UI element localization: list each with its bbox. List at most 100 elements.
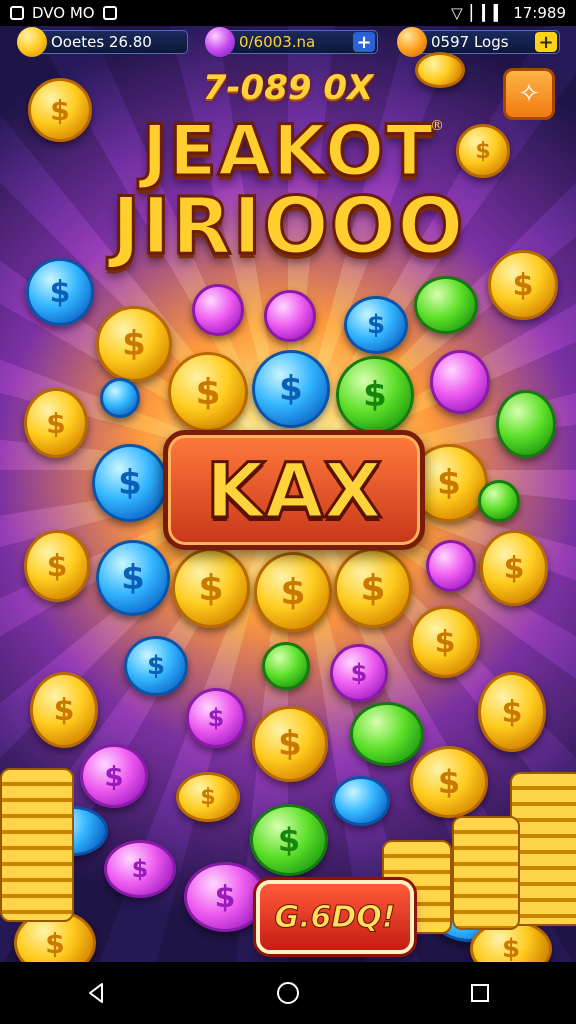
coin: $ (104, 840, 176, 898)
coin (332, 776, 390, 826)
coin: $ (184, 862, 266, 932)
home-button[interactable] (268, 973, 308, 1013)
recents-icon (471, 984, 489, 1002)
add-gems-button[interactable]: + (353, 32, 375, 53)
coin: $ (480, 530, 548, 606)
coin: $ (172, 548, 250, 628)
recents-button[interactable] (460, 973, 500, 1013)
coin-symbol: $ (207, 704, 225, 732)
coin-symbol: $ (121, 558, 145, 598)
coin-stack-right-2 (452, 816, 520, 930)
coin (415, 52, 465, 88)
coin-symbol: $ (350, 659, 368, 687)
coin-symbol: $ (200, 784, 216, 810)
coin: $ (410, 746, 488, 818)
status-left-text: DVO MO (32, 4, 95, 22)
coin-symbol: $ (512, 267, 534, 303)
navigation-bar (0, 962, 576, 1024)
coin-symbol: $ (279, 369, 303, 409)
coin-symbol: $ (278, 724, 302, 764)
game-screen: DVO MO ▽ ▏▎▍ 17:989 Ooetes 26.80 0/6003.… (0, 0, 576, 1024)
coin-symbol: $ (122, 324, 146, 364)
coin: $ (96, 540, 170, 616)
currency-bar: Ooetes 26.80 0/6003.na + 0597 Logs + (0, 27, 576, 58)
coin-symbol: $ (437, 463, 461, 503)
coin: $ (344, 296, 408, 354)
gems-counter: 0/6003.na + (205, 27, 378, 57)
gem-icon (205, 27, 235, 57)
coin (350, 702, 424, 766)
coin: $ (330, 644, 388, 702)
clock: 17:989 (513, 4, 566, 22)
coin (192, 284, 244, 336)
title-line-2: JIRIOOO (110, 181, 465, 274)
coin-symbol: $ (46, 548, 68, 584)
coin-symbol: $ (214, 879, 236, 915)
coin: $ (92, 444, 168, 522)
coin: $ (488, 250, 558, 320)
coin: $ (168, 352, 248, 432)
hearts-value: 0597 Logs (431, 33, 509, 51)
coin-symbol: $ (363, 375, 387, 415)
coin-symbol: $ (46, 406, 66, 440)
coin: $ (186, 688, 246, 748)
wifi-icon: ▽ (451, 4, 463, 22)
heart-icon (397, 27, 427, 57)
coin: $ (176, 772, 240, 822)
coin-symbol: $ (277, 821, 301, 859)
coin-symbol: $ (50, 93, 70, 127)
coin-symbol: $ (49, 274, 71, 310)
coin-symbol: $ (503, 550, 525, 586)
coin: $ (478, 672, 546, 752)
coin: $ (252, 706, 328, 782)
coin (264, 290, 316, 342)
coin: $ (124, 636, 188, 696)
app-icon (10, 6, 24, 20)
coins-counter: Ooetes 26.80 (17, 27, 188, 57)
coin-symbol: $ (131, 855, 149, 883)
hearts-counter: 0597 Logs + (397, 27, 560, 57)
coin-symbol: $ (366, 310, 386, 340)
coin: $ (80, 744, 148, 808)
coin: $ (250, 804, 328, 876)
status-right: ▽ ▏▎▍ 17:989 (451, 4, 566, 22)
coin-symbol: $ (45, 926, 65, 960)
coin: $ (456, 124, 510, 178)
coin-symbol: $ (501, 934, 521, 964)
add-hearts-button[interactable]: + (535, 32, 557, 53)
coin-symbol: $ (475, 138, 491, 164)
status-left: DVO MO (10, 4, 117, 22)
coin: $ (252, 350, 330, 428)
signal-icon: ▏▎▍ (470, 4, 506, 22)
coin: $ (24, 530, 90, 602)
home-icon (277, 982, 299, 1004)
back-button[interactable] (76, 973, 116, 1013)
collect-button[interactable]: G.6DQ! (256, 880, 414, 954)
coin: $ (28, 78, 92, 142)
coin: $ (26, 258, 94, 326)
registered-mark: ® (430, 118, 444, 134)
coin: $ (410, 606, 480, 678)
coins-value: Ooetes 26.80 (51, 33, 152, 51)
coin-symbol: $ (146, 651, 166, 681)
coin (414, 276, 478, 334)
gems-value: 0/6003.na (239, 33, 316, 51)
status-bar: DVO MO ▽ ▏▎▍ 17:989 (0, 0, 576, 26)
coin-symbol: $ (118, 463, 142, 503)
coin: $ (254, 552, 332, 632)
coin (430, 350, 490, 414)
coin-symbol: $ (501, 694, 523, 730)
center-banner: KAX (163, 430, 425, 550)
coin-symbol: $ (360, 567, 386, 609)
coin-symbol: $ (280, 571, 306, 613)
coin-symbol: $ (53, 692, 75, 728)
coin-symbol: $ (195, 371, 221, 413)
coin-symbol: $ (104, 759, 124, 793)
coin: $ (24, 388, 88, 458)
notification-icon (102, 6, 117, 20)
coin-symbol: $ (198, 567, 224, 609)
coin-stack-left (0, 768, 74, 922)
coin (426, 540, 476, 592)
coin: $ (336, 356, 414, 434)
center-text: KAX (204, 444, 383, 536)
